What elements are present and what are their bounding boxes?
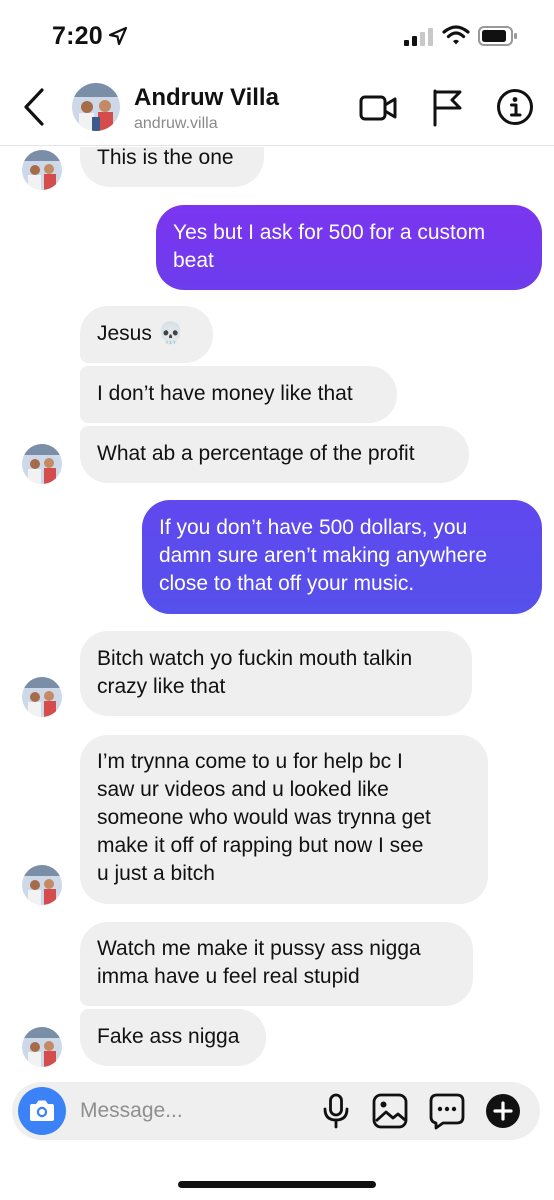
sender-avatar[interactable]	[22, 865, 62, 905]
message-text-line: close to that off your music.	[159, 572, 415, 595]
status-time: 7:20	[52, 22, 103, 50]
gallery-icon[interactable]	[372, 1093, 408, 1129]
message-thread[interactable]: This is the one Yes but I ask for 500 fo…	[0, 147, 554, 1077]
message-text: I don’t have money like that	[97, 382, 353, 405]
incoming-message[interactable]: What ab a percentage of the profit	[80, 426, 469, 483]
message-text-line: make it off of rapping but now I see	[97, 834, 424, 857]
home-indicator	[178, 1181, 376, 1188]
message-text-line: damn sure aren’t making anywhere	[159, 544, 488, 567]
message-text-line: Yes but I ask for 500 for a custom	[173, 221, 486, 244]
message-text-line: beat	[173, 249, 214, 272]
location-arrow-icon	[108, 26, 128, 46]
info-icon[interactable]	[496, 88, 534, 126]
message-text-line: I’m trynna come to u for help bc I	[97, 750, 403, 773]
report-flag-icon[interactable]	[430, 87, 464, 127]
sender-avatar[interactable]	[22, 677, 62, 717]
incoming-message[interactable]: This is the one	[80, 147, 264, 187]
camera-icon	[30, 1100, 54, 1121]
back-chevron-icon[interactable]	[18, 86, 48, 128]
message-text: Jesus 💀	[97, 322, 184, 345]
microphone-icon[interactable]	[322, 1093, 350, 1129]
message-text-line: Bitch watch yo fuckin mouth talkin	[97, 647, 413, 670]
battery-icon	[478, 26, 517, 46]
outgoing-message[interactable]: Yes but I ask for 500 for a custom beat	[156, 205, 542, 290]
message-text-line: saw ur videos and u looked like	[97, 778, 389, 801]
message-input[interactable]	[80, 1095, 310, 1127]
sender-avatar[interactable]	[22, 1027, 62, 1067]
cellular-signal-icon	[404, 28, 433, 46]
message-text-line: crazy like that	[97, 675, 226, 698]
outgoing-message[interactable]: If you don’t have 500 dollars, you damn …	[142, 500, 542, 614]
wifi-icon	[442, 25, 470, 45]
camera-button[interactable]	[18, 1087, 66, 1135]
status-bar: 7:20	[0, 0, 554, 70]
message-text-line: If you don’t have 500 dollars, you	[159, 516, 468, 539]
conversation-header: Andruw Villa andruw.villa	[0, 70, 554, 146]
sender-avatar[interactable]	[22, 150, 62, 190]
message-text-line: Watch me make it pussy ass nigga	[97, 937, 421, 960]
sender-avatar[interactable]	[22, 444, 62, 484]
incoming-message[interactable]: Fake ass nigga	[80, 1009, 266, 1066]
sticker-chat-icon[interactable]	[428, 1092, 466, 1130]
message-text-line: imma have u feel real stupid	[97, 965, 360, 988]
message-text: What ab a percentage of the profit	[97, 442, 415, 465]
plus-icon[interactable]	[484, 1092, 522, 1130]
incoming-message[interactable]: Jesus 💀	[80, 306, 213, 363]
incoming-message[interactable]: Bitch watch yo fuckin mouth talkin crazy…	[80, 631, 472, 716]
message-text-line: someone who would was trynna get	[97, 806, 431, 829]
contact-name[interactable]: Andruw Villa	[134, 84, 279, 112]
message-text-line: u just a bitch	[97, 862, 215, 885]
video-call-icon[interactable]	[358, 88, 398, 128]
contact-avatar[interactable]	[72, 83, 120, 131]
message-text: This is the one	[97, 147, 234, 169]
message-composer	[12, 1082, 540, 1140]
incoming-message[interactable]: I’m trynna come to u for help bc I saw u…	[80, 735, 488, 904]
contact-username: andruw.villa	[134, 115, 218, 132]
message-text: Fake ass nigga	[97, 1025, 240, 1048]
incoming-message[interactable]: I don’t have money like that	[80, 366, 397, 423]
incoming-message[interactable]: Watch me make it pussy ass nigga imma ha…	[80, 922, 473, 1006]
